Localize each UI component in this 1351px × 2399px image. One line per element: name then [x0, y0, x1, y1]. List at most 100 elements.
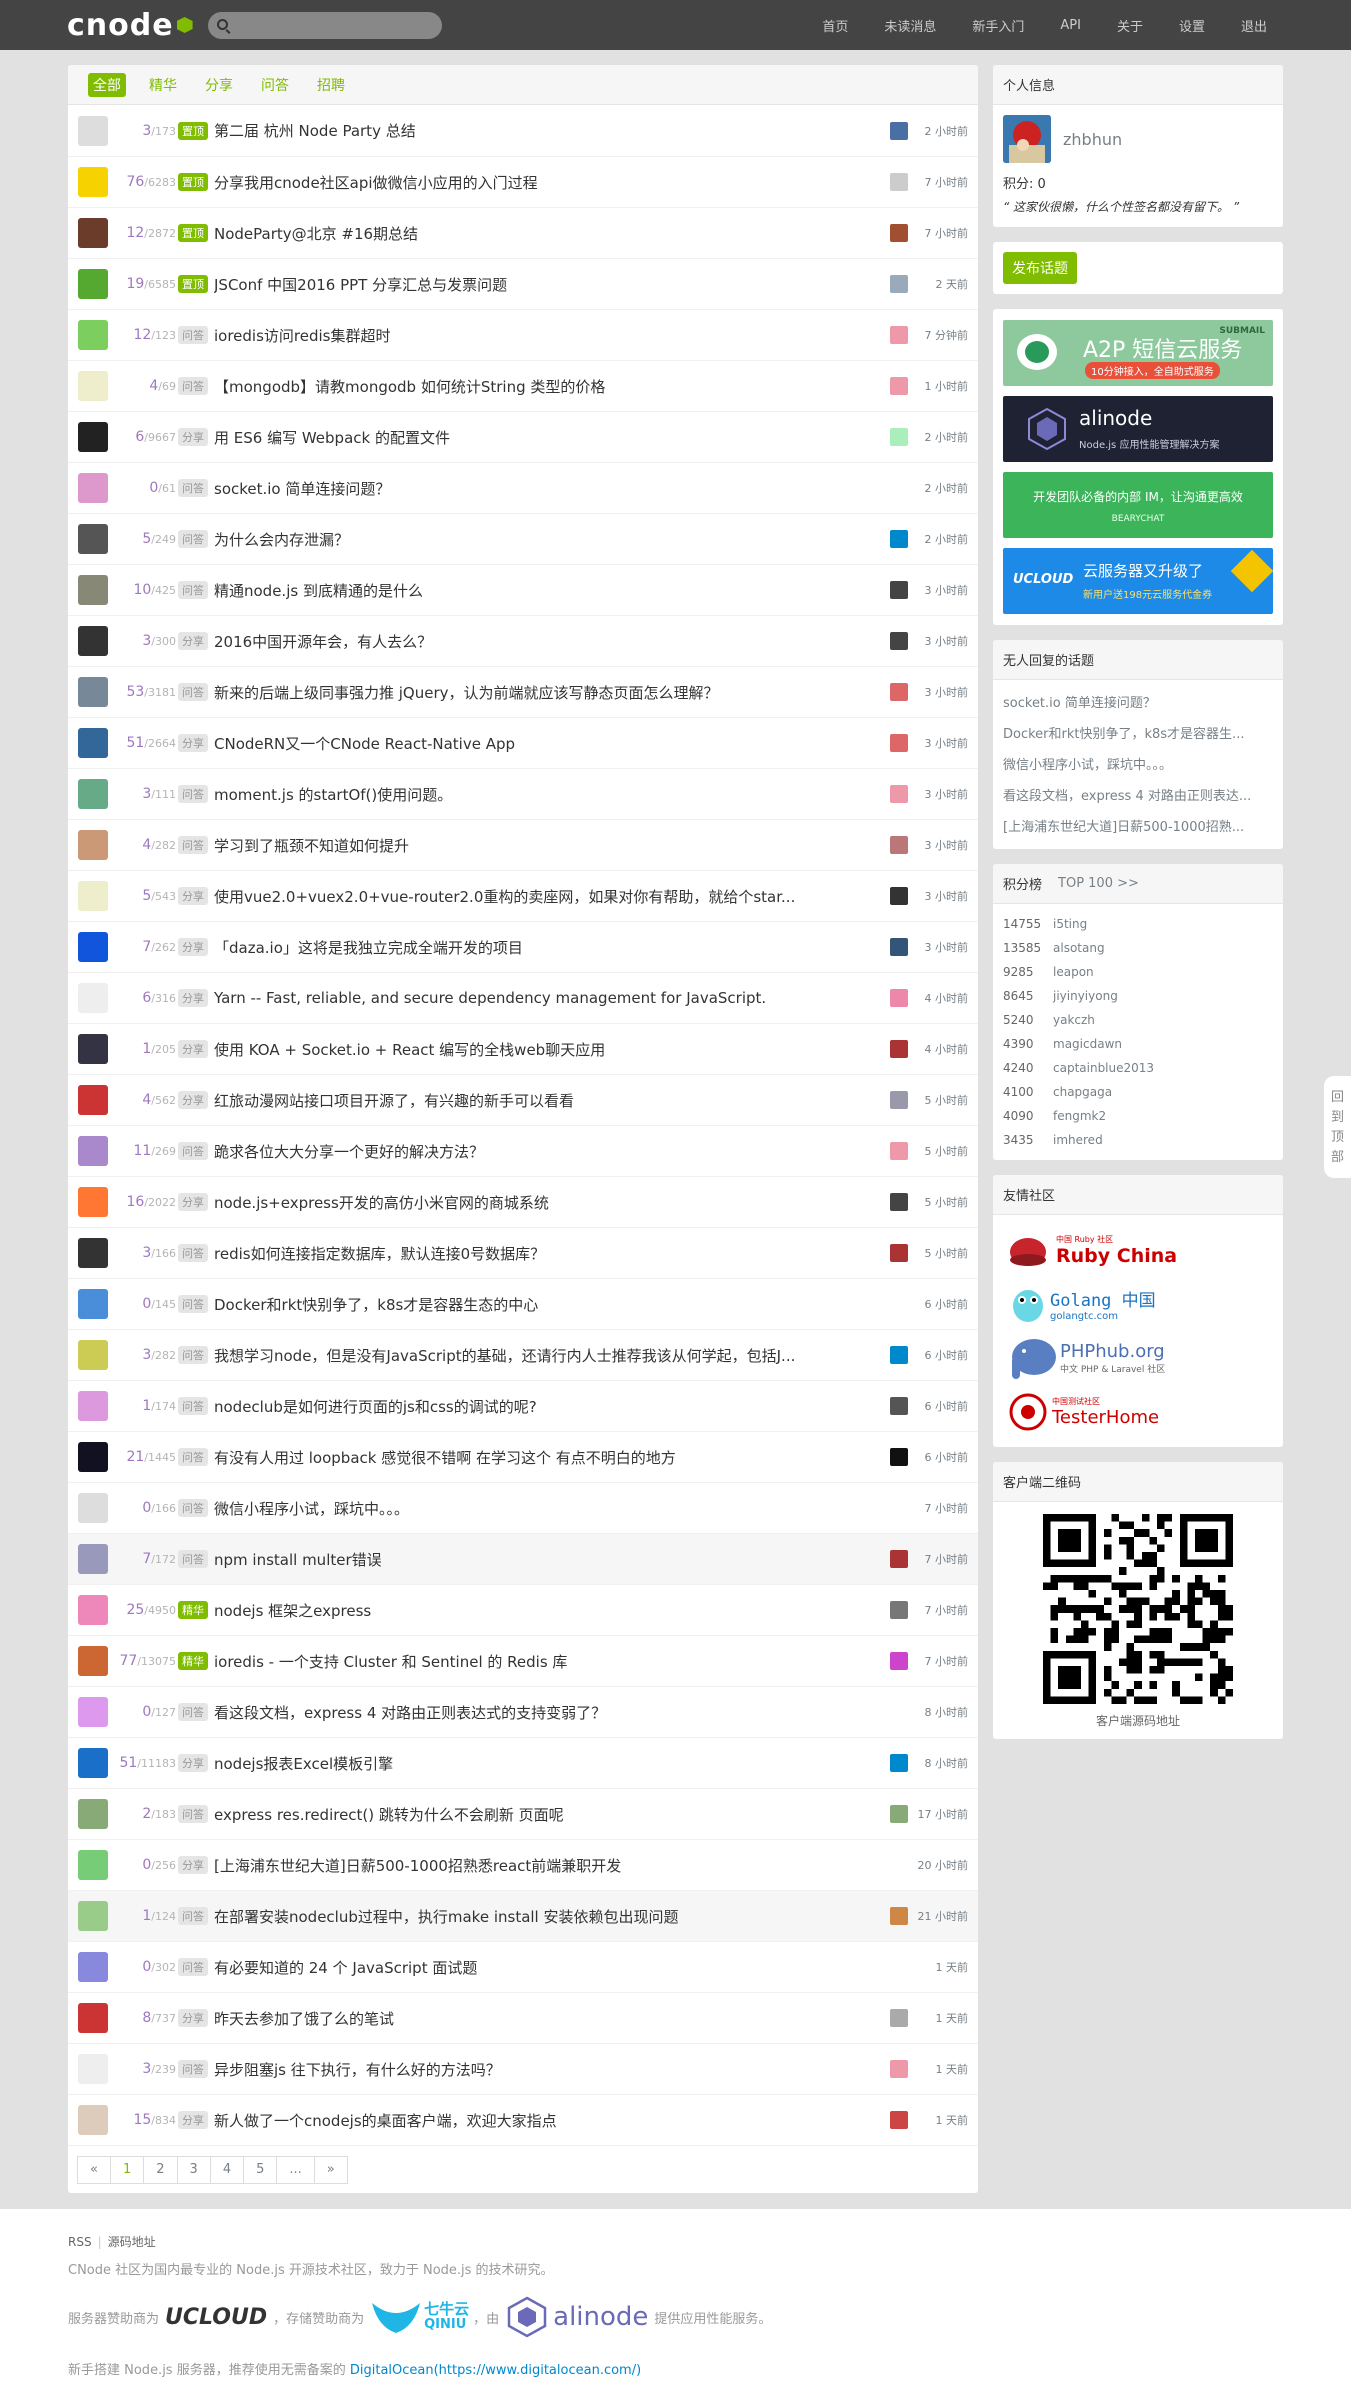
score-user-link[interactable]: yakczh: [1053, 1013, 1095, 1027]
tab-0[interactable]: 全部: [88, 72, 126, 97]
last-reply-avatar[interactable]: [890, 1397, 908, 1415]
tab-1[interactable]: 精华: [144, 73, 182, 97]
author-avatar[interactable]: [78, 1799, 108, 1829]
author-avatar[interactable]: [78, 1748, 108, 1778]
topic-title[interactable]: 使用vue2.0+vuex2.0+vue-router2.0重构的卖座网，如果对…: [214, 886, 904, 907]
last-reply-avatar[interactable]: [890, 683, 908, 701]
nav-link[interactable]: 设置: [1179, 16, 1205, 35]
last-reply-avatar[interactable]: [890, 2111, 908, 2129]
topic-row[interactable]: 19/6585 置顶 JSConf 中国2016 PPT 分享汇总与发票问题 2 天前: [68, 258, 978, 309]
author-avatar[interactable]: [78, 524, 108, 554]
last-reply-avatar[interactable]: [890, 275, 908, 293]
author-avatar[interactable]: [78, 218, 108, 248]
topic-title[interactable]: 新来的后端上级同事强力推 jQuery，认为前端就应该写静态页面怎么理解？: [214, 682, 904, 703]
topic-row[interactable]: 3/111 问答 moment.js 的startOf()使用问题。 3 小时前: [68, 768, 978, 819]
author-avatar[interactable]: [78, 830, 108, 860]
author-avatar[interactable]: [78, 2105, 108, 2135]
author-avatar[interactable]: [78, 1340, 108, 1370]
last-reply-avatar[interactable]: [890, 938, 908, 956]
topic-title[interactable]: ioredis - 一个支持 Cluster 和 Sentinel 的 Redi…: [214, 1651, 904, 1672]
back-to-top-button[interactable]: 回到顶部: [1324, 1076, 1351, 1178]
author-avatar[interactable]: [78, 2003, 108, 2033]
score-user-link[interactable]: imhered: [1053, 1133, 1103, 1147]
last-reply-avatar[interactable]: [890, 734, 908, 752]
friend-phphub[interactable]: PHPhub.org 中文 PHP & Laravel 社区: [993, 1331, 1283, 1385]
ad-ucloud-banner[interactable]: UCLOUD 云服务器又升级了 新用户送198元云服务代金券: [1003, 548, 1273, 614]
author-avatar[interactable]: [78, 1697, 108, 1727]
author-avatar[interactable]: [78, 1901, 108, 1931]
friend-testerhome[interactable]: 中国测试社区 TesterHome: [993, 1385, 1283, 1439]
topic-title[interactable]: 为什么会内存泄漏？: [214, 529, 904, 550]
last-reply-avatar[interactable]: [890, 1244, 908, 1262]
topic-title[interactable]: Docker和rkt快别争了，k8s才是容器生态的中心: [214, 1294, 904, 1315]
topic-row[interactable]: 6/316 分享 Yarn -- Fast, reliable, and secur…: [68, 972, 978, 1023]
topic-row[interactable]: 51/11183 分享 nodejs报表Excel模板引擎 8 小时前: [68, 1737, 978, 1788]
topic-row[interactable]: 0/145 问答 Docker和rkt快别争了，k8s才是容器生态的中心 6 小时前: [68, 1278, 978, 1329]
topic-row[interactable]: 12/123 问答 ioredis访问redis集群超时 7 分钟前: [68, 309, 978, 360]
author-avatar[interactable]: [78, 1850, 108, 1880]
author-avatar[interactable]: [78, 473, 108, 503]
page-button[interactable]: 3: [176, 2155, 211, 2184]
author-avatar[interactable]: [78, 1391, 108, 1421]
topic-title[interactable]: CNodeRN又一个CNode React-Native App: [214, 733, 904, 754]
last-reply-avatar[interactable]: [890, 1040, 908, 1058]
nav-link[interactable]: 新手入门: [972, 16, 1024, 35]
last-reply-avatar[interactable]: [890, 224, 908, 242]
create-topic-button[interactable]: 发布话题: [1003, 252, 1077, 284]
friend-ruby-china[interactable]: 中国 Ruby 社区 Ruby China: [993, 1223, 1283, 1277]
topic-row[interactable]: 3/239 问答 异步阻塞js 往下执行，有什么好的方法吗？ 1 天前: [68, 2043, 978, 2094]
topic-title[interactable]: 【mongodb】请教mongodb 如何统计String 类型的价格: [214, 376, 904, 397]
author-avatar[interactable]: [78, 575, 108, 605]
author-avatar[interactable]: [78, 371, 108, 401]
topic-row[interactable]: 53/3181 问答 新来的后端上级同事强力推 jQuery，认为前端就应该写静态页…: [68, 666, 978, 717]
topic-title[interactable]: 红旅动漫网站接口项目开源了，有兴趣的新手可以看看: [214, 1090, 904, 1111]
nav-link[interactable]: 关于: [1117, 16, 1143, 35]
last-reply-avatar[interactable]: [890, 377, 908, 395]
last-reply-avatar[interactable]: [890, 1805, 908, 1823]
author-avatar[interactable]: [78, 677, 108, 707]
topic-title[interactable]: 第二届 杭州 Node Party 总结: [214, 120, 904, 141]
topic-title[interactable]: ioredis访问redis集群超时: [214, 325, 904, 346]
topic-row[interactable]: 77/13075 精华 ioredis - 一个支持 Cluster 和 Senti…: [68, 1635, 978, 1686]
author-avatar[interactable]: [78, 881, 108, 911]
no-reply-topic-link[interactable]: Docker和rkt快别争了，k8s才是容器生...: [993, 717, 1283, 748]
author-avatar[interactable]: [78, 1085, 108, 1115]
last-reply-avatar[interactable]: [890, 428, 908, 446]
page-button[interactable]: 4: [209, 2155, 245, 2184]
topic-row[interactable]: 25/4950 精华 nodejs 框架之express 7 小时前: [68, 1584, 978, 1635]
author-avatar[interactable]: [78, 1493, 108, 1523]
topic-title[interactable]: 「daza.io」这将是我独立完成全端开发的项目: [214, 937, 904, 958]
topic-title[interactable]: 新人做了一个cnodejs的桌面客户端，欢迎大家指点: [214, 2110, 904, 2131]
page-button[interactable]: 1: [109, 2155, 145, 2184]
topic-row[interactable]: 5/249 问答 为什么会内存泄漏？ 2 小时前: [68, 513, 978, 564]
no-reply-topic-link[interactable]: 微信小程序小试，踩坑中。。。: [993, 748, 1283, 779]
user-avatar[interactable]: [1003, 115, 1051, 163]
topic-title[interactable]: 在部署安装nodeclub过程中，执行make install 安装依赖包出现问…: [214, 1906, 904, 1927]
topic-title[interactable]: nodeclub是如何进行页面的js和css的调试的呢?: [214, 1396, 904, 1417]
topic-title[interactable]: 2016中国开源年会，有人去么？: [214, 631, 904, 652]
username[interactable]: zhbhun: [1063, 130, 1122, 149]
author-avatar[interactable]: [78, 115, 108, 146]
topic-title[interactable]: 有必要知道的 24 个 JavaScript 面试题: [214, 1957, 904, 1978]
digitalocean-link[interactable]: DigitalOcean(https://www.digitalocean.co…: [350, 2363, 641, 2378]
score-user-link[interactable]: captainblue2013: [1053, 1061, 1154, 1075]
last-reply-avatar[interactable]: [890, 632, 908, 650]
author-avatar[interactable]: [78, 1289, 108, 1319]
topic-title[interactable]: 用 ES6 编写 Webpack 的配置文件: [214, 427, 904, 448]
topic-row[interactable]: 0/302 问答 有必要知道的 24 个 JavaScript 面试题 1 天前: [68, 1941, 978, 1992]
nav-link[interactable]: 退出: [1241, 16, 1267, 35]
score-user-link[interactable]: jiyinyiyong: [1053, 989, 1118, 1003]
no-reply-topic-link[interactable]: 看这段文档，express 4 对路由正则表达...: [993, 779, 1283, 810]
author-avatar[interactable]: [78, 932, 108, 962]
topic-title[interactable]: moment.js 的startOf()使用问题。: [214, 784, 904, 805]
topic-title[interactable]: 精通node.js 到底精通的是什么: [214, 580, 904, 601]
topic-title[interactable]: 我想学习node，但是没有JavaScript的基础，还请行内人士推荐我该从何学…: [214, 1345, 904, 1366]
tab-4[interactable]: 招聘: [312, 73, 350, 97]
last-reply-avatar[interactable]: [890, 1193, 908, 1211]
topic-title[interactable]: 昨天去参加了饿了么的笔试: [214, 2008, 904, 2029]
score-user-link[interactable]: alsotang: [1053, 941, 1105, 955]
topic-row[interactable]: 11/269 问答 跪求各位大大分享一个更好的解决方法？ 5 小时前: [68, 1125, 978, 1176]
topic-title[interactable]: redis如何连接指定数据库，默认连接0号数据库？: [214, 1243, 904, 1264]
topic-title[interactable]: JSConf 中国2016 PPT 分享汇总与发票问题: [214, 274, 904, 295]
author-avatar[interactable]: [78, 983, 108, 1013]
